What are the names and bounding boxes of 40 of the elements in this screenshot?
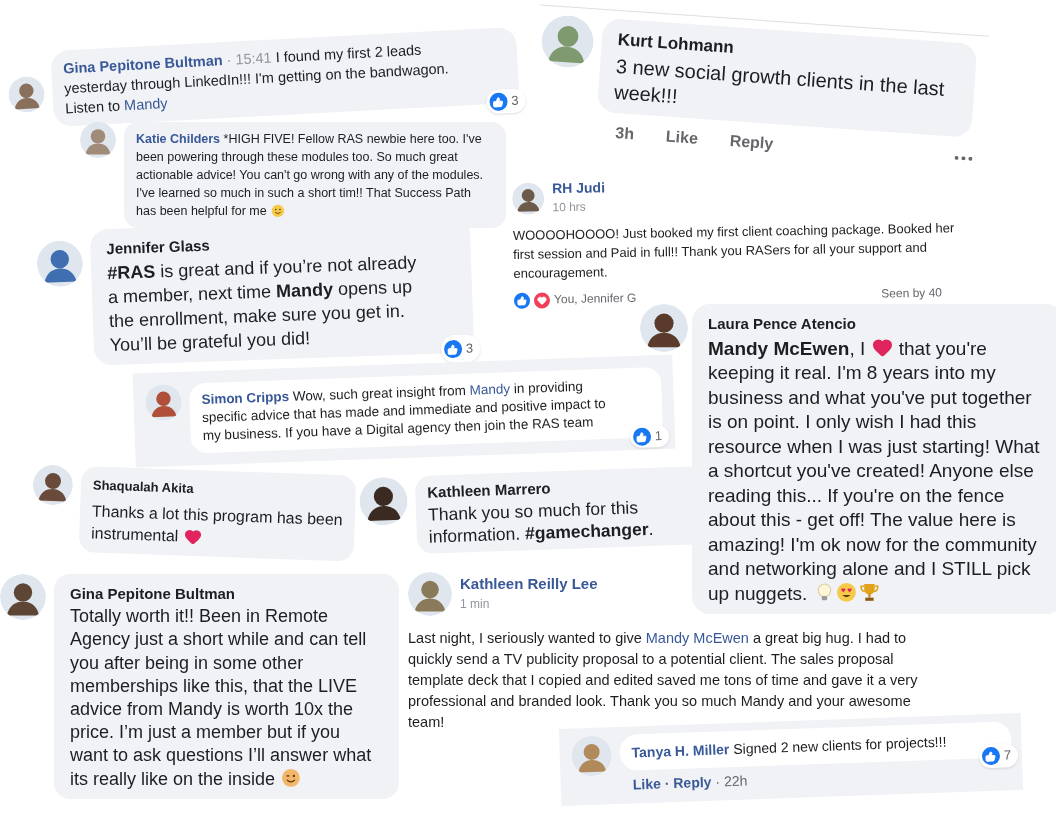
author-name[interactable]: Gina Pepitone Bultman (70, 582, 235, 606)
reaction-count: 7 (1003, 746, 1013, 765)
seen-count: Seen by 40 (881, 284, 943, 303)
action-link[interactable]: Like (665, 124, 699, 151)
author-link[interactable]: Kathleen Reilly Lee (460, 573, 598, 594)
comment-text: 3 new social growth clients in the last week!!! (613, 53, 947, 110)
author-link[interactable]: Tanya H. Miller (631, 741, 730, 761)
reaction-badge[interactable]: 7 (978, 743, 1019, 769)
author-name[interactable]: Shaqualah Akita (92, 474, 194, 500)
comment-text: Thanks a lot this program has been instrumental (90, 501, 344, 548)
mention-link[interactable]: Mandy (469, 381, 511, 398)
comment-text: Gina Pepitone Bultman · 15:41 I found my first 2 leads yesterday through LinkedIn!!! I'm getting on the bandwagon. Listen to Mandy (62, 40, 450, 119)
action-link[interactable]: · Reply (664, 771, 712, 795)
author-link[interactable]: Simon Cripps (201, 389, 290, 408)
comment-text: Totally worth it!! Been in Remote Agency just a short while and can tell you after being in some other memberships like this, that the LIVE advice from Mandy is worth 10x the price. I’m just a member but if you want to ask questions I’ll answer what its really like on the inside (70, 605, 373, 791)
reaction-badge[interactable]: 3 (485, 88, 527, 115)
action-link[interactable]: · 22h (715, 770, 748, 793)
action-link[interactable]: 3h (614, 121, 635, 147)
timestamp: 10 hrs (552, 198, 586, 217)
action-link[interactable]: Like (632, 773, 662, 796)
timestamp: · 15:41 (226, 49, 273, 68)
mention-link[interactable]: Mandy (123, 95, 168, 114)
reaction-count: 3 (510, 91, 520, 111)
author-name[interactable]: Jennifer Glass (106, 233, 211, 262)
mention-link[interactable]: Mandy McEwen (645, 630, 749, 646)
comment-text: Mandy McEwen, I that you're keeping it real. I'm 8 years into my business and what you've put together is on point. I only wish I had this resource when I was just starting! What a shortcut you've created! Anyone else reading this... If you're on the fence about this - get off! The value here is amazing! I'm ok now for the community and networking alone and I STILL pick up nuggets. (708, 336, 1041, 606)
reaction-badge[interactable]: 1 (629, 424, 670, 449)
action-link[interactable]: Reply (728, 129, 775, 157)
comment-text: Simon Cripps Wow, such great insight from Mandy in providing specific advice that has made and immediate and positive impact to my business. If you have a Digital agency then join the RAS team (201, 377, 607, 446)
reaction-badge[interactable]: 3 (440, 334, 481, 364)
reacted-by[interactable]: You, Jennifer G (553, 288, 637, 310)
author-name[interactable]: Laura Pence Atencio (708, 312, 856, 337)
author-link[interactable]: Katie Childers (136, 132, 221, 146)
reaction-count: 3 (465, 339, 475, 358)
post-text: WOOOOHOOOO! Just booked my first client coaching package. Booked her first session and Paid in full!! Thank you RASers for all your support and encouragement. (512, 219, 956, 283)
author-link[interactable]: RH Judi (551, 178, 606, 199)
timestamp: 1 min (460, 596, 490, 613)
comment-text: Tanya H. Miller Signed 2 new clients for projects!!! (631, 732, 948, 763)
reaction-count: 1 (654, 427, 664, 446)
comment-text: Katie Childers *HIGH FIVE! Fellow RAS newbie here too. I've been powering through these modules too. So much great actionable advice! You can't go wrong with any of the modules. I've learned so much in such a short tim!! That Success Path has been helpful for me (136, 131, 485, 220)
